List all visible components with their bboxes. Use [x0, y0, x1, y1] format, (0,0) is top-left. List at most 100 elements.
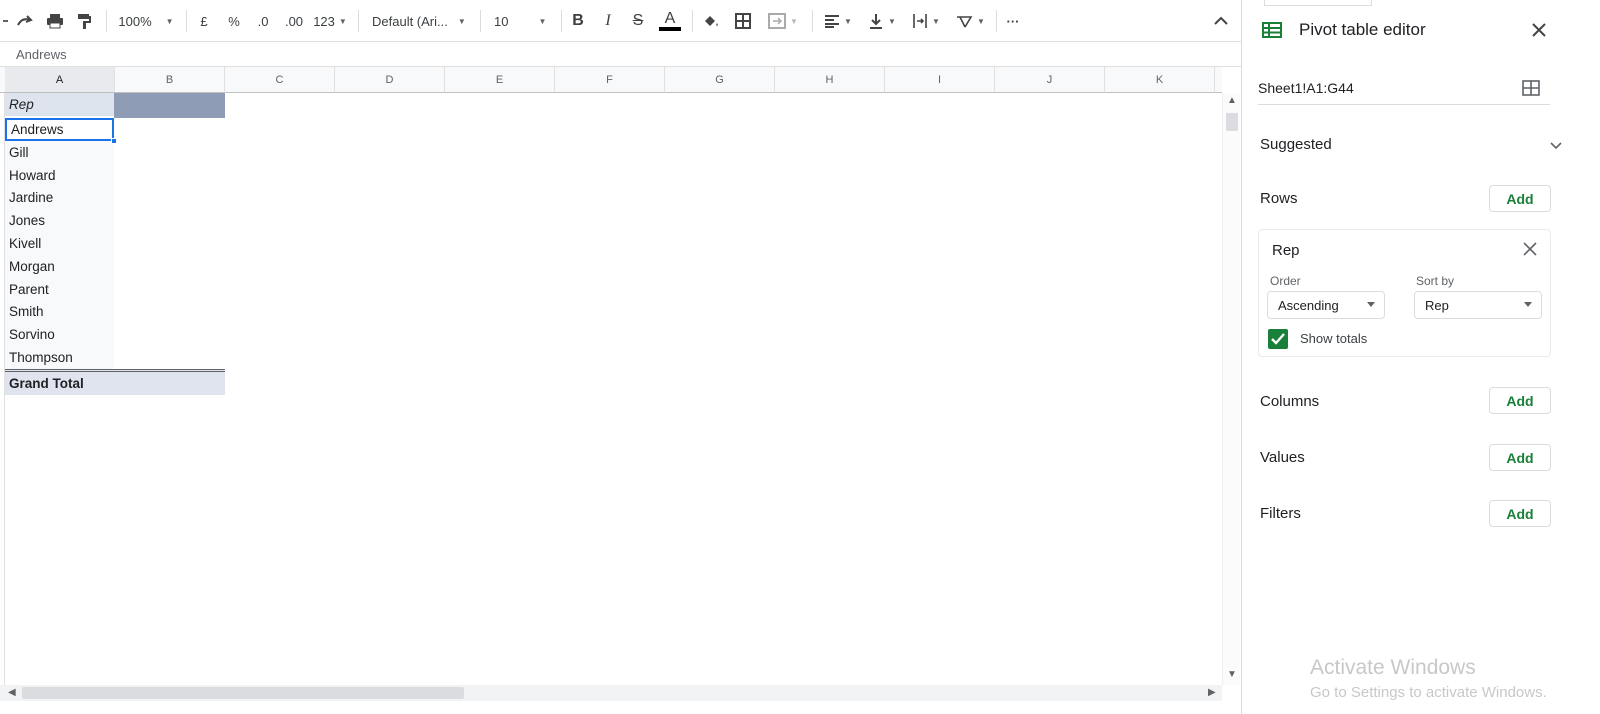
- strikethrough-button[interactable]: S: [626, 6, 650, 36]
- horizontal-scrollbar[interactable]: ◀ ▶: [0, 685, 1222, 701]
- column-header-g[interactable]: G: [665, 67, 775, 93]
- collapse-toolbar-button[interactable]: [1208, 6, 1234, 36]
- more-formats-button[interactable]: 123 ▼: [310, 6, 350, 36]
- fill-color-button[interactable]: [698, 6, 724, 36]
- grand-total-cell[interactable]: Grand Total: [5, 369, 225, 395]
- column-header-a[interactable]: A: [5, 67, 115, 93]
- redo-button[interactable]: [12, 6, 38, 36]
- toolbar-divider: [692, 10, 693, 32]
- formula-bar[interactable]: Andrews: [0, 41, 1267, 67]
- add-values-button[interactable]: Add: [1489, 444, 1551, 471]
- text-rotation-button[interactable]: ▼: [950, 6, 990, 36]
- pivot-row-cell[interactable]: Sorvino: [5, 323, 114, 346]
- font-family-select[interactable]: Default (Ari... ▼: [366, 6, 472, 36]
- italic-button[interactable]: I: [596, 6, 620, 36]
- zoom-value: 100%: [118, 13, 152, 29]
- horizontal-align-button[interactable]: ▼: [818, 6, 858, 36]
- scroll-left-icon[interactable]: ◀: [8, 687, 16, 698]
- undo-icon[interactable]: [0, 6, 8, 36]
- pivot-row-cell[interactable]: Morgan: [5, 255, 114, 278]
- filters-label: Filters: [1260, 505, 1301, 522]
- text-wrap-icon: [913, 14, 927, 28]
- pivot-row-cell[interactable]: Jones: [5, 209, 114, 232]
- font-size-select[interactable]: 10 ▼: [488, 6, 554, 36]
- suggested-label[interactable]: Suggested: [1260, 136, 1332, 153]
- select-range-icon[interactable]: [1522, 80, 1540, 96]
- column-header-f[interactable]: F: [555, 67, 665, 93]
- column-header-j[interactable]: J: [995, 67, 1105, 93]
- fill-color-icon: [705, 16, 718, 26]
- borders-button[interactable]: [730, 6, 756, 36]
- scroll-down-icon[interactable]: ▼: [1227, 669, 1237, 680]
- sheets-table-icon: [1262, 22, 1282, 38]
- data-range-field[interactable]: Sheet1!A1:G44: [1258, 73, 1550, 105]
- column-header-c[interactable]: C: [225, 67, 335, 93]
- pivot-header-cell[interactable]: Rep: [5, 93, 114, 116]
- zoom-select[interactable]: 100% ▼: [113, 6, 179, 36]
- close-icon[interactable]: [1532, 23, 1546, 37]
- column-header-k[interactable]: K: [1105, 67, 1215, 93]
- pivot-header-cell-b[interactable]: [114, 93, 225, 118]
- panel-top-tab: [1264, 0, 1372, 6]
- toolbar-divider: [186, 10, 187, 32]
- toolbar: 100% ▼ £ % .0 .00 123 ▼ Default (Ari... ▼ 1…: [0, 0, 1267, 41]
- row-field-title: Rep: [1272, 242, 1300, 259]
- remove-field-icon[interactable]: [1523, 242, 1537, 256]
- chevron-down-icon: ▼: [538, 16, 547, 26]
- sort-by-value: Rep: [1425, 297, 1449, 313]
- vertical-scrollbar[interactable]: ▲ ▼: [1222, 93, 1240, 685]
- check-icon: [1271, 333, 1285, 345]
- column-header-d[interactable]: D: [335, 67, 445, 93]
- column-header-b[interactable]: B: [115, 67, 225, 93]
- vertical-align-button[interactable]: ▼: [862, 6, 902, 36]
- horizontal-scroll-thumb[interactable]: [22, 687, 464, 699]
- add-filters-button[interactable]: Add: [1489, 500, 1551, 527]
- add-columns-button[interactable]: Add: [1489, 387, 1551, 414]
- currency-button[interactable]: £: [192, 6, 216, 36]
- chevron-up-icon: [1214, 16, 1228, 25]
- align-left-icon: [825, 15, 840, 28]
- toolbar-divider: [996, 10, 997, 32]
- toolbar-divider: [106, 10, 107, 32]
- show-totals-checkbox[interactable]: [1268, 329, 1288, 349]
- row-field-card: Rep Order Ascending Sort by Rep Show tot…: [1258, 229, 1551, 357]
- pivot-row-cell[interactable]: Howard: [5, 164, 114, 187]
- chevron-down-icon: [1367, 302, 1375, 307]
- fill-handle[interactable]: [111, 138, 117, 144]
- scroll-up-icon[interactable]: ▲: [1227, 95, 1237, 106]
- bold-icon: B: [572, 12, 584, 29]
- more-options-button[interactable]: ···: [1000, 6, 1026, 36]
- increase-decimals-icon: .00: [284, 13, 304, 29]
- column-header-e[interactable]: E: [445, 67, 555, 93]
- column-header-i[interactable]: I: [885, 67, 995, 93]
- merge-cells-button[interactable]: ▼: [762, 6, 804, 36]
- chevron-down-icon[interactable]: [1550, 142, 1562, 150]
- paint-format-button[interactable]: [72, 6, 98, 36]
- chevron-down-icon: ▼: [338, 16, 347, 26]
- percent-button[interactable]: %: [222, 6, 246, 36]
- more-formats-label: 123: [313, 13, 335, 29]
- sort-by-select[interactable]: Rep: [1414, 291, 1542, 319]
- pivot-row-cell[interactable]: Thompson: [5, 346, 114, 369]
- scroll-right-icon[interactable]: ▶: [1208, 687, 1216, 698]
- align-bottom-icon: [870, 14, 883, 29]
- bold-button[interactable]: B: [566, 6, 590, 36]
- print-button[interactable]: [42, 6, 68, 36]
- order-label: Order: [1270, 274, 1301, 288]
- increase-decimals-button[interactable]: .00: [280, 6, 308, 36]
- pivot-row-cell[interactable]: Kivell: [5, 232, 114, 255]
- pivot-row-cell[interactable]: Gill: [5, 141, 114, 164]
- order-select[interactable]: Ascending: [1267, 291, 1385, 319]
- text-color-button[interactable]: A: [656, 6, 684, 36]
- decrease-decimals-button[interactable]: .0: [250, 6, 276, 36]
- add-rows-button[interactable]: Add: [1489, 185, 1551, 212]
- text-wrapping-button[interactable]: ▼: [906, 6, 946, 36]
- pivot-row-cell[interactable]: Andrews: [5, 118, 114, 141]
- column-header-h[interactable]: H: [775, 67, 885, 93]
- pivot-row-cell[interactable]: Smith: [5, 300, 114, 323]
- pivot-row-cell[interactable]: Jardine: [5, 186, 114, 209]
- pivot-row-cell[interactable]: Parent: [5, 278, 114, 301]
- chevron-down-icon: ▼: [888, 16, 896, 26]
- more-icon: ···: [1006, 13, 1020, 29]
- vertical-scroll-thumb[interactable]: [1226, 113, 1238, 131]
